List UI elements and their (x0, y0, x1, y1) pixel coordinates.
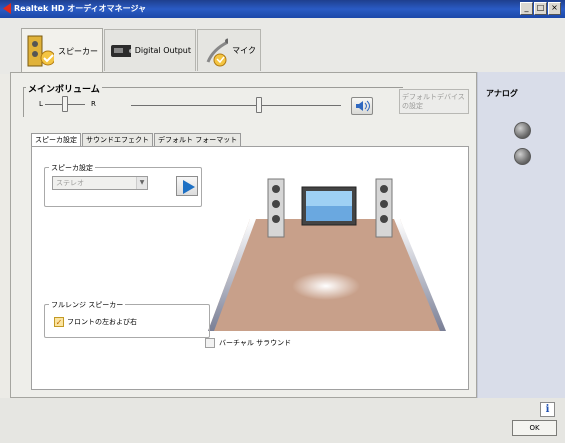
balance-right-label: R (91, 100, 96, 108)
window-title: Realtek HD オーディオマネージャ (14, 4, 147, 13)
tab-speaker-label: スピーカー (58, 46, 98, 56)
realtek-app-icon (3, 3, 11, 14)
speaker-volume-icon (356, 100, 370, 112)
device-tab-bar: スピーカー Digital Output マイク (0, 18, 565, 74)
play-test-button[interactable] (176, 176, 198, 196)
left-speaker-icon (267, 178, 285, 238)
sweet-spot-glow (292, 272, 360, 300)
speaker-device-icon (27, 35, 54, 67)
digital-output-icon (111, 44, 131, 57)
subtab-default-format[interactable]: デフォルト フォーマット (154, 133, 242, 147)
speaker-config-group-label: スピーカ設定 (49, 163, 95, 173)
virtual-surround-label: バーチャル サラウンド (219, 339, 292, 347)
balance-left-label: L (39, 100, 43, 108)
ok-button[interactable]: OK (512, 420, 557, 436)
bottom-bar (0, 398, 565, 443)
speaker-room-illustration (208, 178, 446, 331)
microphone-icon (206, 38, 229, 66)
tab-microphone-label: マイク (232, 46, 256, 55)
volume-track[interactable] (131, 105, 341, 106)
subtab-sound-effect[interactable]: サウンドエフェクト (82, 133, 153, 147)
tab-digital-output[interactable]: Digital Output (104, 29, 196, 71)
analog-panel: アナログ (477, 72, 565, 398)
tab-speaker[interactable]: スピーカー (21, 28, 103, 73)
volume-slider-thumb[interactable] (256, 97, 262, 113)
tab-digital-output-label: Digital Output (134, 46, 191, 55)
balance-slider-thumb[interactable] (62, 96, 68, 112)
analog-jack-1[interactable] (514, 122, 531, 139)
front-fullrange-checkbox[interactable]: ✓ (54, 317, 64, 327)
main-panel: メインボリューム L R デフォルトデバイスの設定 スピーカ設定 サウンドエフェ… (10, 72, 477, 398)
close-button[interactable]: × (548, 2, 561, 15)
title-bar: Realtek HD オーディオマネージャ _ □ × (0, 0, 565, 18)
front-fullrange-label: フロントの左および右 (67, 318, 137, 326)
virtual-surround-checkbox[interactable] (205, 338, 215, 348)
speaker-config-select[interactable]: ステレオ ▼ (52, 176, 148, 190)
speaker-config-content: スピーカ設定 ステレオ ▼ フルレンジ スピーカー ✓ フロントの左および右 バ… (31, 146, 469, 390)
right-speaker-icon (375, 178, 393, 238)
chevron-down-icon[interactable]: ▼ (136, 177, 147, 189)
mute-button[interactable] (351, 97, 373, 115)
monitor-icon (301, 186, 357, 226)
info-button[interactable]: i (540, 402, 555, 417)
default-device-button[interactable]: デフォルトデバイスの設定 (399, 89, 469, 114)
speaker-config-selected: ステレオ (56, 179, 84, 187)
minimize-button[interactable]: _ (520, 2, 533, 15)
tab-microphone[interactable]: マイク (197, 29, 261, 71)
subtab-bar: スピーカ設定 サウンドエフェクト デフォルト フォーマット (31, 133, 242, 147)
analog-jack-2[interactable] (514, 148, 531, 165)
fullrange-group-label: フルレンジ スピーカー (49, 300, 126, 310)
analog-title: アナログ (486, 89, 518, 98)
maximize-button[interactable]: □ (534, 2, 547, 15)
subtab-speaker-config[interactable]: スピーカ設定 (31, 133, 81, 147)
main-volume-title: メインボリューム (26, 82, 102, 95)
